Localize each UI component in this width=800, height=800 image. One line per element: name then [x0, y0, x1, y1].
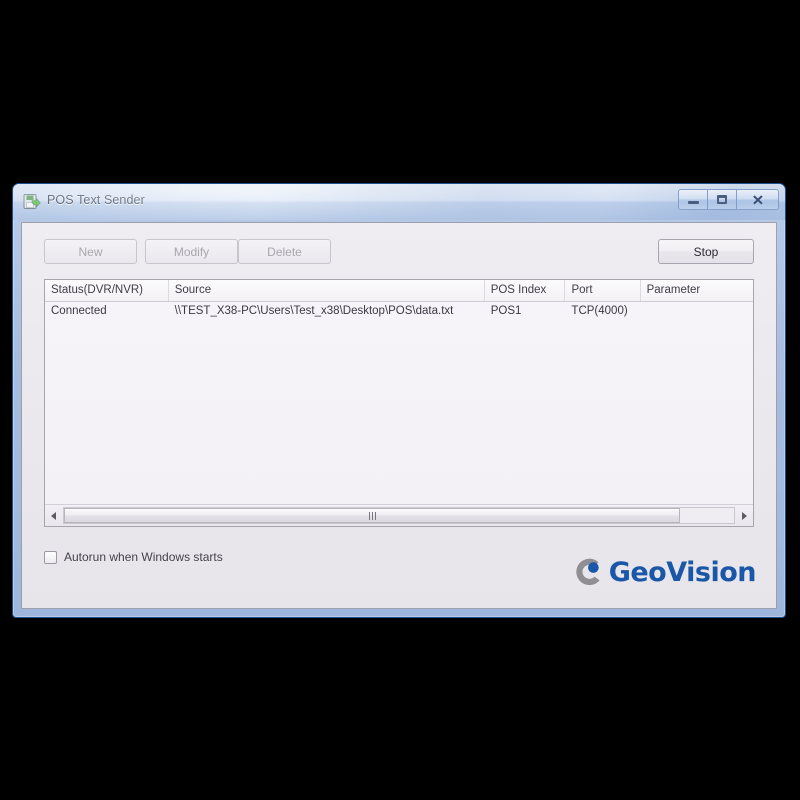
- column-header-pos-index[interactable]: POS Index: [485, 280, 566, 301]
- geovision-logo: GeoVision: [571, 554, 757, 590]
- modify-button[interactable]: Modify: [145, 239, 238, 264]
- close-button[interactable]: ✕: [736, 189, 779, 210]
- delete-button[interactable]: Delete: [238, 239, 331, 264]
- connections-list[interactable]: Status(DVR/NVR) Source POS Index Port Pa…: [44, 279, 754, 527]
- stop-button[interactable]: Stop: [658, 239, 754, 264]
- chevron-left-icon: [51, 511, 56, 520]
- chevron-right-icon: [742, 511, 747, 520]
- autorun-label: Autorun when Windows starts: [64, 550, 223, 564]
- list-body: Connected \\TEST_X38-PC\Users\Test_x38\D…: [45, 302, 753, 504]
- column-header-port[interactable]: Port: [565, 280, 641, 301]
- scrollbar-track[interactable]: [63, 507, 735, 524]
- cell-source: \\TEST_X38-PC\Users\Test_x38\Desktop\POS…: [174, 305, 454, 317]
- window-controls: ✕: [678, 189, 779, 211]
- list-header-row: Status(DVR/NVR) Source POS Index Port Pa…: [45, 280, 753, 302]
- grip-icon: [368, 511, 376, 520]
- scroll-left-button[interactable]: [45, 506, 62, 525]
- window-title: POS Text Sender: [47, 193, 145, 207]
- new-button[interactable]: New: [44, 239, 137, 264]
- maximize-button[interactable]: [707, 189, 737, 210]
- geovision-logo-mark: [576, 558, 600, 586]
- close-icon: ✕: [751, 191, 764, 208]
- geovision-wordmark: GeoVision: [608, 556, 757, 588]
- scrollbar-thumb[interactable]: [64, 508, 681, 523]
- window-title-bar[interactable]: POS Text Sender ✕: [13, 184, 785, 220]
- column-header-status[interactable]: Status(DVR/NVR): [45, 280, 169, 301]
- table-row[interactable]: Connected \\TEST_X38-PC\Users\Test_x38\D…: [45, 302, 753, 322]
- cell-parameter: [641, 302, 753, 322]
- column-header-source[interactable]: Source: [169, 280, 485, 301]
- cell-pos-index: POS1: [490, 305, 522, 317]
- toolbar: New Modify Delete Stop: [44, 239, 754, 265]
- scroll-right-button[interactable]: [736, 506, 753, 525]
- autorun-checkbox-row[interactable]: Autorun when Windows starts: [44, 550, 223, 564]
- minimize-icon: [687, 201, 699, 204]
- autorun-checkbox[interactable]: [44, 550, 57, 564]
- column-header-parameter[interactable]: Parameter: [641, 280, 753, 301]
- horizontal-scrollbar[interactable]: [45, 504, 753, 526]
- screen-background: POS Text Sender ✕ New Modify Delete Stop…: [0, 0, 800, 800]
- maximize-icon: [717, 195, 727, 204]
- cell-status: Connected: [51, 305, 107, 317]
- application-window: POS Text Sender ✕ New Modify Delete Stop…: [12, 183, 786, 618]
- pos-sender-app-icon: [23, 194, 41, 209]
- window-client-area: New Modify Delete Stop Status(DVR/NVR) S…: [21, 222, 777, 609]
- cell-port: TCP(4000): [571, 305, 628, 317]
- minimize-button[interactable]: [678, 189, 708, 210]
